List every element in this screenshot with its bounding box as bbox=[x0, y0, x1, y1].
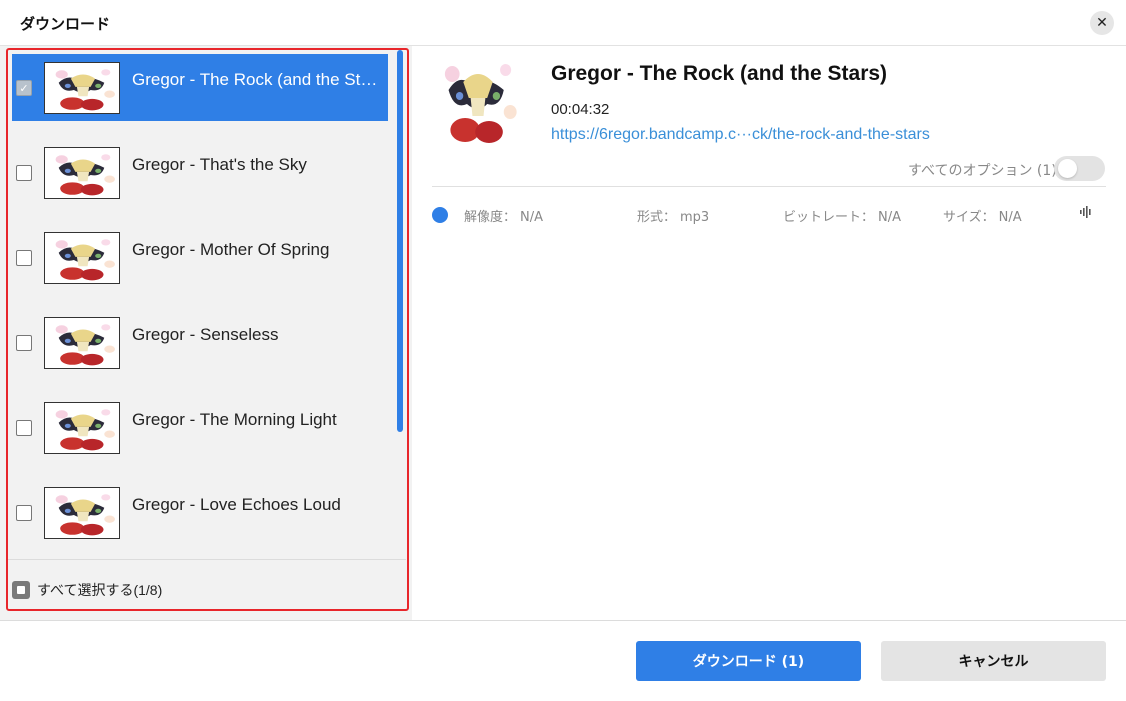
list-item[interactable]: Gregor - The Morning Light bbox=[12, 394, 388, 461]
cancel-button[interactable]: キャンセル bbox=[881, 641, 1106, 681]
title-bar: ダウンロード ✕ bbox=[0, 0, 1126, 46]
item-label: Gregor - Mother Of Spring bbox=[132, 240, 330, 259]
item-label: Gregor - The Morning Light bbox=[132, 410, 337, 429]
album-thumbnail bbox=[44, 317, 120, 369]
item-checkbox[interactable] bbox=[16, 250, 32, 266]
audio-wave-icon bbox=[1080, 206, 1092, 221]
size-value: N/A bbox=[998, 210, 1022, 225]
list-item[interactable]: ✓ Gregor - The Rock (and the Stars) bbox=[12, 54, 388, 121]
track-list: ✓ Gregor - The Rock (and the Stars) Greg… bbox=[12, 54, 388, 559]
all-options-toggle[interactable] bbox=[1054, 156, 1105, 181]
album-thumbnail bbox=[44, 487, 120, 539]
album-cover bbox=[432, 52, 524, 152]
resolution-field: 解像度： N/A bbox=[464, 206, 543, 225]
item-label: Gregor - Senseless bbox=[132, 325, 279, 344]
resolution-label: 解像度： bbox=[464, 210, 517, 225]
item-label: Gregor - Love Echoes Loud bbox=[132, 495, 341, 514]
bitrate-label: ビットレート： bbox=[783, 210, 875, 225]
item-checkbox[interactable] bbox=[16, 335, 32, 351]
item-checkbox[interactable] bbox=[16, 420, 32, 436]
album-thumbnail bbox=[44, 402, 120, 454]
format-value: mp3 bbox=[680, 210, 710, 225]
item-checkbox[interactable] bbox=[16, 505, 32, 521]
album-thumbnail bbox=[44, 232, 120, 284]
album-thumbnail bbox=[44, 147, 120, 199]
list-item[interactable]: Gregor - That's the Sky bbox=[12, 139, 388, 206]
format-radio[interactable] bbox=[432, 207, 448, 223]
size-label: サイズ： bbox=[943, 210, 995, 225]
album-thumbnail bbox=[44, 62, 120, 114]
footer-divider bbox=[0, 620, 1126, 621]
download-button[interactable]: ダウンロード (1) bbox=[636, 641, 861, 681]
item-label: Gregor - That's the Sky bbox=[132, 155, 307, 174]
all-options-label: すべてのオプション (1) bbox=[908, 163, 1057, 179]
dialog-title: ダウンロード bbox=[20, 15, 111, 33]
partial-checkbox-icon bbox=[12, 581, 30, 599]
format-option-row[interactable]: 解像度： N/A 形式： mp3 ビットレート： N/A サイズ： N/A bbox=[432, 205, 1096, 225]
format-field: 形式： mp3 bbox=[637, 206, 709, 225]
resolution-value: N/A bbox=[520, 210, 544, 225]
list-footer-divider bbox=[8, 559, 406, 560]
select-all-label: すべて選択する(1/8) bbox=[37, 582, 163, 598]
size-field: サイズ： N/A bbox=[943, 206, 1022, 225]
item-checkbox-checked[interactable]: ✓ bbox=[16, 80, 32, 96]
list-item[interactable]: Gregor - Mother Of Spring bbox=[12, 224, 388, 291]
detail-divider bbox=[432, 186, 1106, 187]
close-icon[interactable]: ✕ bbox=[1090, 11, 1114, 35]
format-label: 形式： bbox=[637, 210, 677, 225]
item-label: Gregor - The Rock (and the Stars) bbox=[132, 70, 382, 89]
list-item[interactable]: Gregor - Senseless bbox=[12, 309, 388, 376]
bitrate-field: ビットレート： N/A bbox=[783, 206, 901, 225]
bitrate-value: N/A bbox=[878, 210, 902, 225]
track-url-link[interactable]: https://6regor.bandcamp.c···ck/the-rock-… bbox=[551, 126, 930, 144]
toggle-knob bbox=[1058, 159, 1077, 178]
select-all-checkbox[interactable]: すべて選択する(1/8) bbox=[12, 580, 162, 600]
list-scrollbar[interactable] bbox=[397, 50, 403, 432]
list-item[interactable]: Gregor - Love Echoes Loud bbox=[12, 479, 388, 546]
track-duration: 00:04:32 bbox=[551, 101, 610, 118]
track-title: Gregor - The Rock (and the Stars) bbox=[551, 62, 888, 85]
item-checkbox[interactable] bbox=[16, 165, 32, 181]
